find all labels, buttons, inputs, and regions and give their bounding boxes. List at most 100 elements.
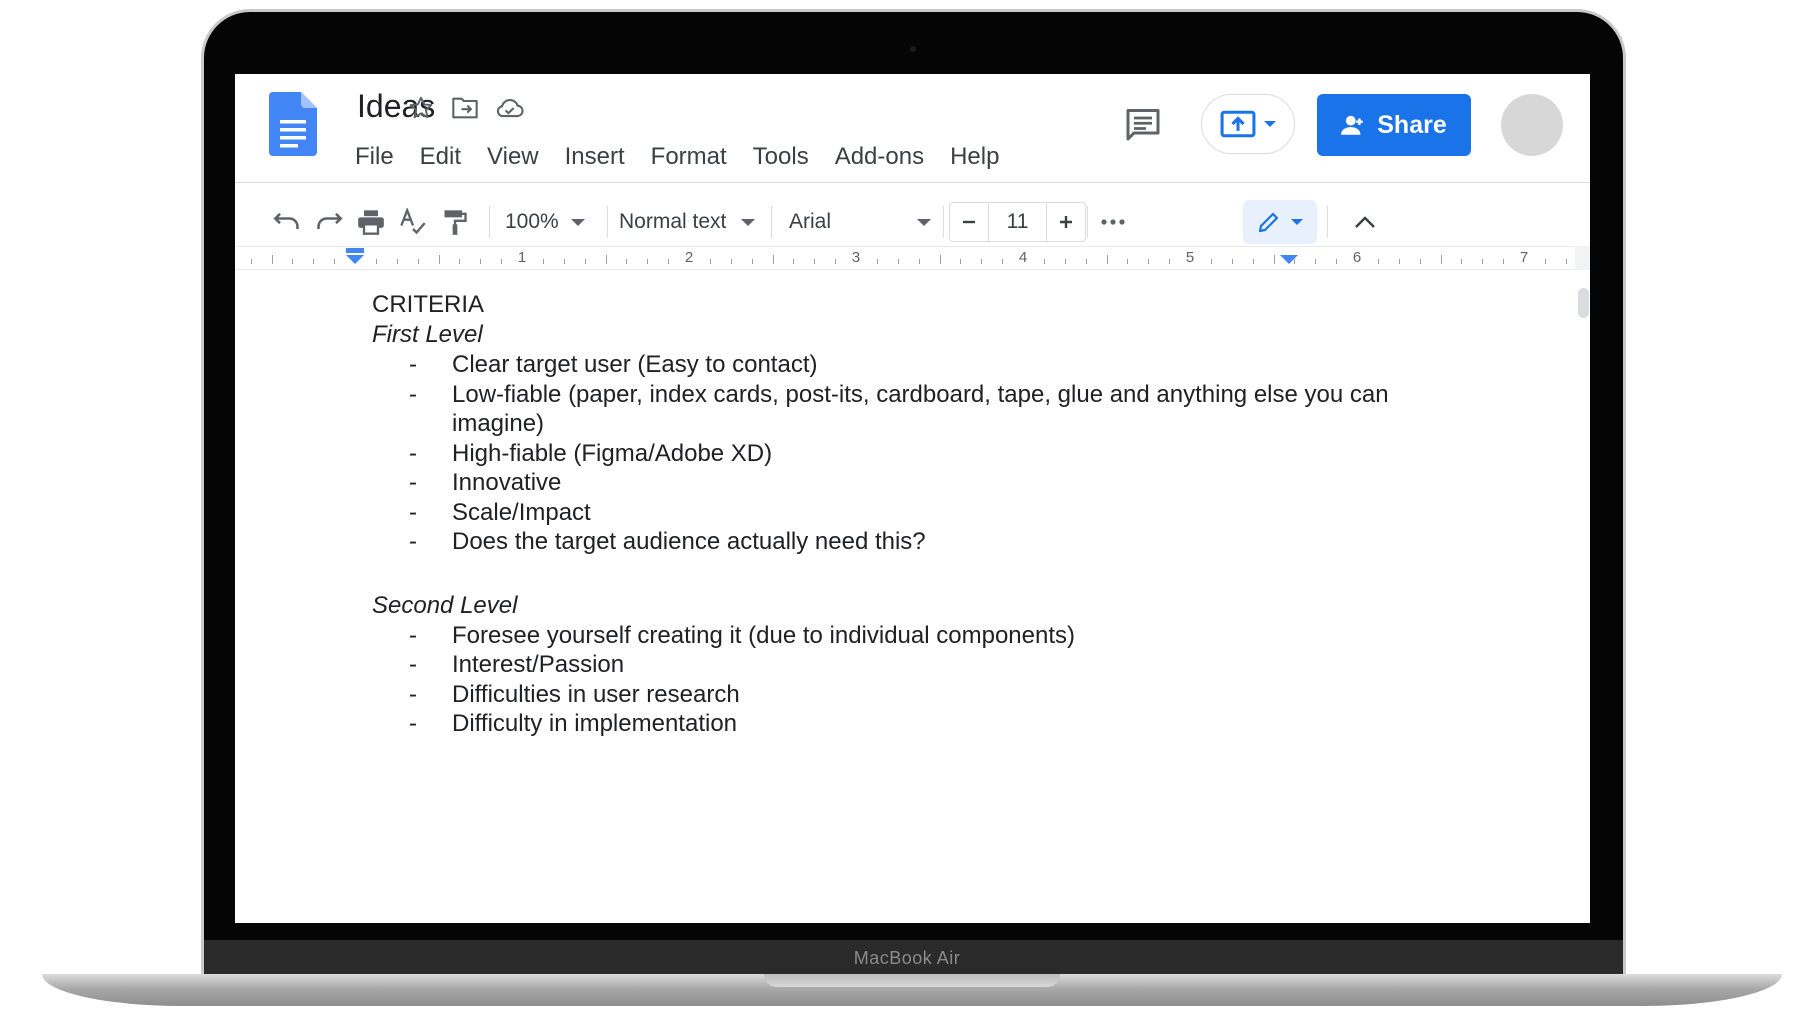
ruler-tick [396, 259, 398, 264]
redo-icon[interactable] [309, 202, 349, 242]
editing-mode-button[interactable] [1243, 200, 1317, 244]
ruler-tick [814, 259, 816, 264]
list-item: Interest/Passion [372, 650, 1432, 680]
ruler-tick [1043, 259, 1045, 264]
laptop-notch [764, 974, 1060, 987]
ruler-number: 4 [1018, 249, 1028, 266]
avatar[interactable] [1501, 94, 1563, 156]
decrease-font-size-button[interactable] [950, 203, 988, 241]
ruler-number: 3 [851, 249, 861, 266]
ruler-tick [1148, 259, 1150, 264]
menu-edit[interactable]: Edit [407, 140, 474, 174]
menu-bar: File Edit View Insert Format Tools Add-o… [355, 140, 1012, 174]
list-item: Foresee yourself creating it (due to ind… [372, 621, 1432, 651]
menu-addons[interactable]: Add-ons [822, 140, 937, 174]
ruler-page-area [235, 246, 1575, 270]
ruler-tick [250, 259, 252, 264]
share-label: Share [1377, 110, 1447, 139]
ruler-number: 2 [684, 249, 694, 266]
more-options-icon[interactable] [1093, 202, 1133, 242]
ruler-number: 7 [1519, 249, 1529, 266]
ruler-tick [897, 259, 899, 264]
font-size-stepper: 11 [949, 202, 1086, 242]
paint-format-icon[interactable] [435, 202, 475, 242]
toolbar-separator [607, 206, 608, 238]
ruler-tick [751, 259, 753, 264]
menu-tools[interactable]: Tools [740, 140, 822, 174]
menu-view[interactable]: View [474, 140, 552, 174]
font-size-input[interactable]: 11 [988, 203, 1047, 241]
toolbar: 100% Normal text Arial 11 [235, 194, 1590, 250]
ruler-tick [1377, 259, 1379, 264]
ruler-tick [375, 259, 377, 264]
ruler-tick [1544, 259, 1546, 264]
right-indent-marker-icon[interactable] [1278, 254, 1300, 266]
ruler-tick [835, 259, 837, 264]
list-item: Difficulties in user research [372, 680, 1432, 710]
menu-help[interactable]: Help [937, 140, 1012, 174]
ruler-tick [605, 255, 607, 264]
document-body[interactable]: CRITERIA First Level Clear target user (… [372, 290, 1432, 739]
toolbar-separator [943, 206, 944, 238]
undo-icon[interactable] [267, 202, 307, 242]
ruler-tick [960, 259, 962, 264]
ruler-tick [584, 259, 586, 264]
left-indent-marker-icon[interactable] [344, 248, 366, 266]
ruler-tick [563, 259, 565, 264]
document-canvas[interactable]: CRITERIA First Level Clear target user (… [235, 270, 1590, 923]
list-item: Difficulty in implementation [372, 709, 1432, 739]
cloud-status-icon[interactable] [493, 92, 525, 124]
menu-insert[interactable]: Insert [552, 140, 638, 174]
ruler-tick [1398, 259, 1400, 264]
move-to-folder-icon[interactable] [449, 92, 481, 124]
first-level-list: Clear target user (Easy to contact) Low-… [372, 350, 1432, 557]
share-button[interactable]: Share [1317, 94, 1471, 156]
comments-button[interactable] [1121, 102, 1165, 146]
share-person-icon [1341, 115, 1363, 135]
spellcheck-icon[interactable] [393, 202, 433, 242]
ruler-tick [501, 259, 503, 264]
increase-font-size-button[interactable] [1047, 203, 1085, 241]
ruler-tick [334, 259, 336, 264]
ruler[interactable]: 1 2 3 4 5 6 7 [235, 246, 1590, 270]
font-family-select[interactable]: Arial [789, 202, 931, 242]
star-icon[interactable] [405, 92, 437, 124]
paragraph-style-value: Normal text [619, 210, 727, 233]
print-icon[interactable] [351, 202, 391, 242]
ruler-tick [1127, 259, 1129, 264]
chevron-down-icon [917, 218, 931, 226]
ruler-tick [438, 255, 440, 264]
zoom-select[interactable]: 100% [505, 202, 585, 242]
ruler-tick [1210, 259, 1212, 264]
list-item: Scale/Impact [372, 498, 1432, 528]
toolbar-separator [489, 206, 490, 238]
ruler-tick [626, 259, 628, 264]
collapse-chevron-icon[interactable] [1345, 202, 1385, 242]
scrollbar-thumb[interactable] [1578, 288, 1589, 318]
docs-logo-icon[interactable] [269, 92, 317, 156]
ruler-tick [772, 255, 774, 264]
ruler-tick [1315, 259, 1317, 264]
ruler-tick [480, 259, 482, 264]
ruler-tick [1106, 255, 1108, 264]
ruler-tick [1461, 259, 1463, 264]
menu-file[interactable]: File [355, 140, 407, 174]
ruler-number: 1 [517, 249, 527, 266]
ruler-tick [730, 259, 732, 264]
list-item: Clear target user (Easy to contact) [372, 350, 1432, 380]
ruler-tick [1565, 259, 1567, 264]
ruler-tick [1503, 259, 1505, 264]
paragraph-style-select[interactable]: Normal text [619, 202, 755, 242]
list-item: Low-fiable (paper, index cards, post-its… [372, 380, 1432, 439]
ruler-tick [918, 259, 920, 264]
menu-format[interactable]: Format [638, 140, 740, 174]
ruler-tick [981, 259, 983, 264]
ruler-tick [793, 259, 795, 264]
camera-dot [910, 46, 916, 52]
ruler-tick [1085, 259, 1087, 264]
present-button[interactable] [1201, 94, 1295, 154]
ruler-number: 6 [1352, 249, 1362, 266]
ruler-tick [292, 259, 294, 264]
toolbar-separator [1327, 206, 1328, 238]
